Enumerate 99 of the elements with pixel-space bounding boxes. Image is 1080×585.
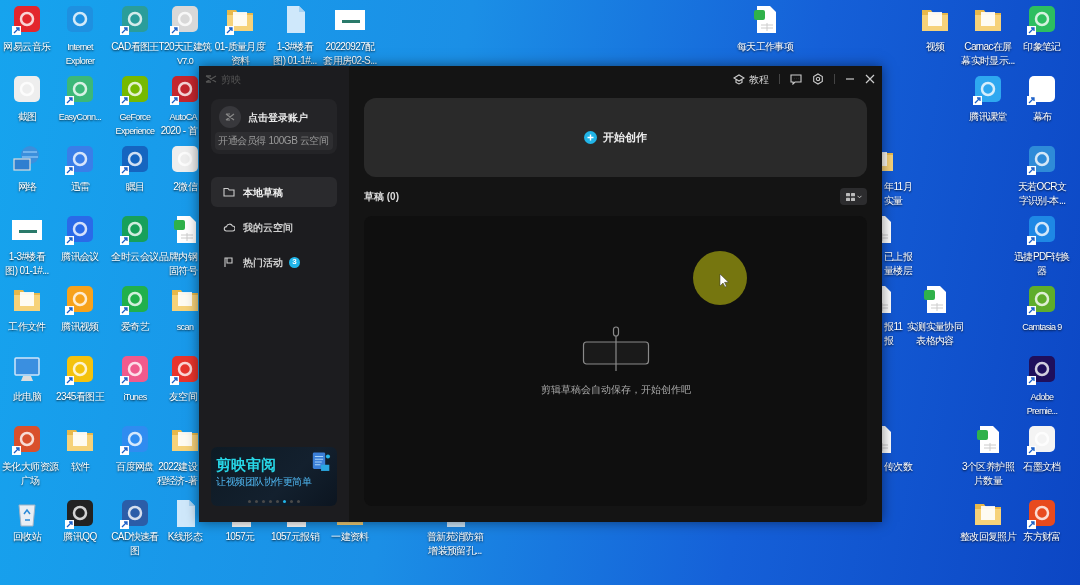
desktop-icon-label[interactable]: 2022建设 程经济-著 xyxy=(156,459,197,487)
view-toggle-button[interactable] xyxy=(840,188,867,205)
desktop-icon-label[interactable]: CAD快速看 图 xyxy=(111,529,159,557)
desktop-icon-label[interactable]: 截图 xyxy=(17,109,37,123)
cursor-highlight xyxy=(693,251,747,305)
app-icon[interactable] xyxy=(1026,74,1058,106)
app-icon[interactable] xyxy=(1026,424,1058,456)
desktop-icon-label[interactable]: 友空间 xyxy=(168,389,197,403)
app-icon[interactable] xyxy=(169,74,199,106)
desktop-icon-label[interactable]: 实测实量协同 表格内容 xyxy=(906,319,964,347)
desktop-icon-label[interactable]: 已上报 量楼层 xyxy=(884,249,913,277)
desktop-icon-label[interactable]: T20天正建筑 V7.0 xyxy=(158,39,212,67)
app-icon[interactable] xyxy=(1026,4,1058,36)
desktop-icon-label[interactable]: 视频 xyxy=(925,39,945,53)
desktop-icon-label[interactable]: iTunes xyxy=(123,389,147,403)
desktop-icon-label[interactable]: 天若OCR文 字识别-本... xyxy=(1017,179,1067,207)
desktop-icon-label[interactable]: 年11月 实量 xyxy=(884,179,912,207)
desktop-icon-label[interactable]: 每天工作事项 xyxy=(736,39,794,53)
desktop-icon-label[interactable]: 1-3#楼看 图) 01-1#... xyxy=(5,249,49,277)
desktop-icon-label[interactable]: 软件 xyxy=(70,459,90,473)
plus-circle-icon xyxy=(584,131,597,144)
desktop-icon-label[interactable]: 腾讯QQ xyxy=(63,529,97,543)
tutorial-link[interactable]: 教程 xyxy=(749,71,769,87)
app-icon[interactable] xyxy=(64,498,96,530)
start-creation-card[interactable]: 开始创作 xyxy=(364,98,867,177)
desktop-icon-label[interactable]: 传次数 xyxy=(884,459,913,473)
desktop-icon-label[interactable]: EasyConn... xyxy=(58,109,102,123)
membership-promo[interactable]: 开通会员得 100GB 云空间 xyxy=(215,132,333,150)
desktop-icon-label[interactable]: 幕布 xyxy=(1032,109,1052,123)
login-link[interactable]: 点击登录账户 xyxy=(248,109,308,125)
desktop-icon-label[interactable]: 回收站 xyxy=(12,529,42,543)
count-badge: 3 xyxy=(289,256,300,268)
desktop-icon-label[interactable]: scan xyxy=(176,319,194,333)
caret-icon xyxy=(856,194,862,199)
nav-item[interactable]: 本地草稿 xyxy=(211,177,337,207)
desktop-icon-label[interactable]: 1057元报销 xyxy=(271,529,319,543)
desktop-icon-label[interactable]: 网络 xyxy=(17,179,37,193)
desktop-icon-label[interactable]: 全时云会议 xyxy=(111,249,159,263)
banner-title: 剪映审阅 xyxy=(216,457,276,472)
desktop-icon-label[interactable]: AutoCA 2020 - 首 xyxy=(160,109,197,137)
message-icon[interactable] xyxy=(790,73,802,85)
desktop-icon-label[interactable]: 东方财富 xyxy=(1023,529,1061,543)
desktop-icon-label[interactable]: 迅捷PDF转换 器 xyxy=(1014,249,1070,277)
desktop-icon-label[interactable]: 2345看图王 xyxy=(56,389,104,403)
nav-item[interactable]: 热门活动 3 xyxy=(211,247,337,277)
desktop-icon-label[interactable]: Camtasia 9 xyxy=(1022,319,1062,333)
grid-view-icon xyxy=(845,192,855,201)
desktop-icon-label[interactable]: GeForce Experience xyxy=(115,109,155,137)
desktop-icon-label[interactable]: 1-3#楼看 图) 01-1#... xyxy=(273,39,317,67)
desktop-icon-label[interactable]: 01-质量月度 资料 xyxy=(214,39,266,67)
desktop-icon-label[interactable]: 腾讯会议 xyxy=(61,249,99,263)
desktop-icon-label[interactable]: 品牌内钢 固符号 xyxy=(159,249,197,277)
app-icon[interactable] xyxy=(119,498,151,530)
desktop-icon-label[interactable]: Internet Explorer xyxy=(65,39,95,67)
promo-banner[interactable]: 剪映审阅 让视频团队协作更简单 xyxy=(211,447,337,506)
desktop-icon-label[interactable]: 爱奇艺 xyxy=(120,319,150,333)
app-icon[interactable] xyxy=(1026,144,1058,176)
desktop-icon-label[interactable]: 此电脑 xyxy=(12,389,42,403)
app-icon[interactable] xyxy=(1026,284,1058,316)
empty-drafts-illustration xyxy=(581,326,650,372)
app-icon[interactable] xyxy=(972,74,1004,106)
desktop-icon-label[interactable]: 美化大师资源 广场 xyxy=(2,459,59,487)
nav-item[interactable]: 我的云空间 xyxy=(211,212,337,242)
desktop-icon-label[interactable]: 报11 报 xyxy=(884,319,903,347)
desktop-icon-label[interactable]: 20220927配 套用房02-S... xyxy=(323,39,377,67)
desktop-icon-label[interactable]: 整改回复照片 xyxy=(959,529,1017,543)
flag-icon xyxy=(223,256,235,268)
desktop-icon-label[interactable]: Carnac在屏 幕实时显示... xyxy=(961,39,1015,67)
desktop-icon-label[interactable]: 网易云音乐 xyxy=(3,39,51,53)
close-icon[interactable] xyxy=(865,74,875,84)
drafts-heading: 草稿 (0) xyxy=(364,190,399,204)
desktop-icon-label[interactable]: 瞩目 xyxy=(125,179,145,193)
banner-subtitle: 让视频团队协作更简单 xyxy=(216,477,313,487)
desktop-icon-label[interactable]: 工作文件 xyxy=(8,319,46,333)
desktop-icon-label[interactable]: 3个区养护照 片数量 xyxy=(962,459,1014,487)
empty-drafts-message: 剪辑草稿会自动保存，开始创作吧 xyxy=(540,383,691,397)
desktop-icon-label[interactable]: 石墨文档 xyxy=(1023,459,1061,473)
desktop-icon-label[interactable]: 腾讯课堂 xyxy=(969,109,1007,123)
desktop-icon-label[interactable]: 印象笔记 xyxy=(1023,39,1061,53)
desktop-icon-label[interactable]: CAD看图王 xyxy=(111,39,159,53)
desktop-icon-label[interactable]: 2微信 xyxy=(173,179,197,193)
app-icon[interactable] xyxy=(1026,354,1058,386)
desktop-icon-label[interactable]: 腾讯视频 xyxy=(61,319,99,333)
app-icon[interactable] xyxy=(1026,498,1058,530)
avatar-icon[interactable] xyxy=(219,106,241,128)
desktop-icon-label[interactable]: 一建资料 xyxy=(331,529,369,543)
desktop-icon-label[interactable]: Adobe Premie... xyxy=(1026,389,1058,417)
app-logo-icon xyxy=(205,75,217,83)
app-icon[interactable] xyxy=(169,354,199,386)
desktop-icon-label[interactable]: 1057元 xyxy=(225,529,255,543)
app-icon[interactable] xyxy=(1026,214,1058,246)
cloud-icon xyxy=(223,221,235,233)
graduation-cap-icon[interactable] xyxy=(733,73,745,85)
settings-icon[interactable] xyxy=(812,73,824,85)
desktop-icon-label[interactable]: 百度网盘 xyxy=(116,459,154,473)
desktop-icon-label[interactable]: K线形态 xyxy=(167,529,203,543)
start-creation-label: 开始创作 xyxy=(603,130,647,146)
desktop-icon-label[interactable]: 迅雷 xyxy=(70,179,90,193)
desktop-icon-label[interactable]: 普新苑消防箱 增装预留孔... xyxy=(426,529,484,557)
